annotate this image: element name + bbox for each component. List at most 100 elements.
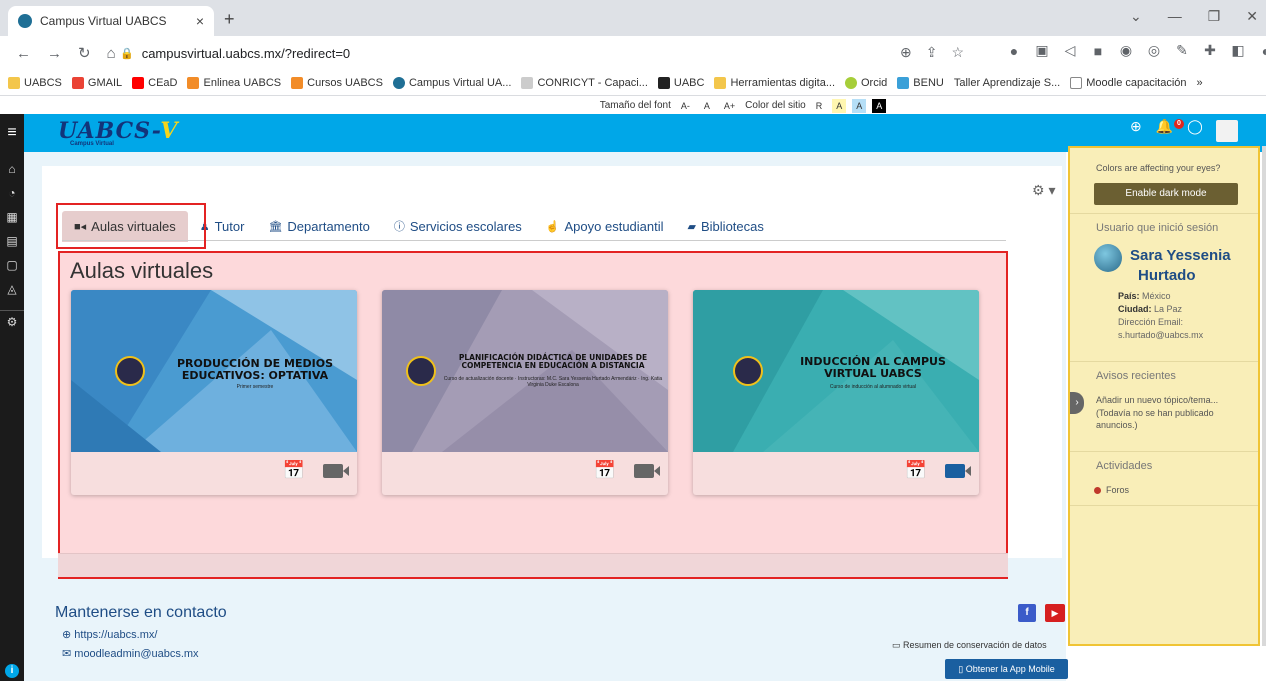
extension-blue-icon[interactable]: ■	[1090, 43, 1106, 59]
calendar-icon[interactable]: 📅	[283, 460, 305, 481]
lock-icon[interactable]: 🔒	[120, 47, 134, 60]
activities-section-title: Actividades	[1096, 460, 1153, 472]
course-card-planificacion[interactable]: PLANIFICACIÓN DIDÁCTICA DE UNIDADES DE C…	[382, 290, 668, 495]
minimize-icon[interactable]: —	[1168, 8, 1182, 25]
youtube-button[interactable]: ▶	[1045, 604, 1065, 622]
course-actions: 📅	[905, 460, 971, 481]
bookmark-herramientas[interactable]: Herramientas digita...	[714, 76, 835, 89]
home-icon[interactable]: ⌂	[107, 45, 116, 62]
video-icon[interactable]	[323, 463, 349, 478]
user-section-title: Usuario que inició sesión	[1096, 222, 1219, 234]
tab-servicios-escolares[interactable]: ⓘ Servicios escolares	[382, 210, 534, 242]
bookmark-benu[interactable]: BENU	[897, 76, 944, 89]
color-black-button[interactable]: A	[872, 98, 887, 113]
bookmark-conricyt[interactable]: CONRICYT - Capaci...	[521, 76, 648, 89]
bookmark-gmail[interactable]: GMAIL	[71, 76, 122, 89]
video-icon[interactable]	[945, 463, 971, 478]
reload-icon[interactable]: ↻	[78, 44, 91, 62]
bookmark-uabc[interactable]: UABC	[657, 76, 704, 89]
video-icon[interactable]	[634, 463, 660, 478]
bookmark-star-icon[interactable]: ☆	[951, 44, 964, 61]
forum-icon	[1094, 487, 1101, 494]
folder-icon	[714, 76, 727, 89]
privacy-link[interactable]: ▭ Resumen de conservación de datos	[892, 640, 1047, 651]
course-card-produccion[interactable]: PRODUCCIÓN DE MEDIOS EDUCATIVOS: OPTATIV…	[71, 290, 357, 495]
bookmark-cead[interactable]: CEaD	[132, 76, 177, 89]
bookmark-campus[interactable]: Campus Virtual UA...	[392, 76, 511, 89]
nav-calendar-icon[interactable]: ▦	[0, 210, 24, 224]
extension-pen-icon[interactable]: ✎	[1174, 42, 1190, 59]
book-icon: ▰	[687, 220, 696, 233]
nav-content-icon[interactable]: ▢	[0, 258, 24, 272]
extension-record-icon[interactable]: ◉	[1118, 42, 1134, 59]
course-image[interactable]: PRODUCCIÓN DE MEDIOS EDUCATIVOS: OPTATIV…	[71, 290, 357, 452]
user-name[interactable]: Sara Yessenia Hurtado	[1130, 246, 1231, 287]
tab-departamento[interactable]: 🏛 Departamento	[256, 211, 381, 242]
bookmark-enlinea[interactable]: Enlinea UABCS	[187, 76, 281, 89]
add-news-link[interactable]: Añadir un nuevo tópico/tema...	[1096, 395, 1246, 405]
hamburger-menu-icon[interactable]: ≡	[0, 114, 24, 152]
tab-search-icon[interactable]: ⌄	[1130, 8, 1142, 25]
font-decrease-button[interactable]: A-	[677, 99, 694, 113]
user-country: País: México	[1118, 291, 1171, 301]
bookmarks-more[interactable]: »	[1197, 77, 1203, 89]
bookmark-moodle-cap[interactable]: Moodle capacitación	[1070, 76, 1187, 89]
nav-files-icon[interactable]: ▤	[0, 234, 24, 248]
browser-tab[interactable]: Campus Virtual UABCS ×	[8, 6, 214, 36]
bookmark-taller[interactable]: Taller Aprendizaje S...	[954, 77, 1060, 89]
info-icon[interactable]: i	[5, 664, 19, 678]
bookmark-uabcs[interactable]: UABCS	[8, 76, 62, 89]
calendar-icon[interactable]: 📅	[594, 460, 616, 481]
tab-apoyo-estudiantil[interactable]: ☝ Apoyo estudiantil	[534, 211, 676, 242]
restore-icon[interactable]: ❐	[1208, 8, 1221, 25]
extension-new-icon[interactable]: ▣	[1034, 42, 1050, 59]
nav-home-icon[interactable]: ⌂	[0, 162, 24, 176]
color-yellow-button[interactable]: A	[832, 98, 847, 113]
extension-camera-icon[interactable]: ◎	[1146, 42, 1162, 59]
user-city: Ciudad: La Paz	[1118, 304, 1183, 314]
nav-courses-icon[interactable]: ◬	[0, 282, 24, 296]
bookmark-orcid[interactable]: Orcid	[845, 76, 887, 89]
user-profile-avatar[interactable]	[1094, 244, 1122, 272]
font-increase-button[interactable]: A+	[720, 99, 739, 113]
settings-gear-icon[interactable]: ⚙ ▾	[1032, 182, 1055, 199]
facebook-button[interactable]: f	[1018, 604, 1036, 622]
bookmark-cursos[interactable]: Cursos UABCS	[291, 76, 383, 89]
extension-check-icon[interactable]: ●	[1006, 43, 1022, 59]
language-globe-icon[interactable]: ⊕	[1130, 118, 1142, 135]
moodle-icon	[291, 76, 304, 89]
course-image[interactable]: PLANIFICACIÓN DIDÁCTICA DE UNIDADES DE C…	[382, 290, 668, 452]
website-link[interactable]: ⊕ https://uabcs.mx/	[62, 628, 157, 641]
notifications-bell-icon[interactable]: 🔔	[1156, 118, 1173, 135]
profile-icon[interactable]: ◐	[1258, 43, 1266, 59]
mobile-app-button[interactable]: ▯ Obtener la App Mobile	[945, 659, 1068, 679]
course-image[interactable]: INDUCCIÓN AL CAMPUS VIRTUAL UABCS Curso …	[693, 290, 979, 452]
tab-bibliotecas[interactable]: ▰ Bibliotecas	[676, 211, 776, 242]
window-close-icon[interactable]: ✕	[1246, 8, 1258, 25]
course-card-induccion[interactable]: INDUCCIÓN AL CAMPUS VIRTUAL UABCS Curso …	[693, 290, 979, 495]
nav-dashboard-icon[interactable]: ◔	[0, 186, 24, 200]
zoom-icon[interactable]: ⊕	[900, 44, 912, 61]
globe-icon: ⊕	[62, 629, 75, 641]
share-icon[interactable]: ⇪	[926, 44, 938, 61]
user-avatar[interactable]	[1216, 120, 1238, 142]
extension-sound-icon[interactable]: ◁	[1062, 42, 1078, 59]
drawer-scrollbar[interactable]	[1262, 146, 1266, 646]
address-bar[interactable]: 🔒 campusvirtual.uabcs.mx/?redirect=0	[120, 40, 990, 66]
side-panel-icon[interactable]: ◧	[1230, 42, 1246, 59]
new-tab-button[interactable]: +	[224, 9, 235, 30]
back-icon[interactable]: ←	[16, 45, 31, 62]
messages-chat-icon[interactable]: ◯	[1187, 118, 1203, 135]
activity-foros-link[interactable]: Foros	[1106, 485, 1129, 495]
color-blue-button[interactable]: A	[852, 98, 867, 113]
color-reset-button[interactable]: R	[812, 99, 827, 113]
calendar-icon[interactable]: 📅	[905, 460, 927, 481]
font-reset-button[interactable]: A	[700, 99, 714, 113]
forward-icon[interactable]: →	[47, 45, 62, 62]
enable-dark-mode-button[interactable]: Enable dark mode	[1094, 183, 1238, 205]
tab-close-icon[interactable]: ×	[196, 13, 204, 29]
nav-admin-gear-icon[interactable]: ⚙	[0, 310, 24, 329]
extensions-puzzle-icon[interactable]: ✚	[1202, 42, 1218, 59]
benu-icon	[897, 76, 910, 89]
email-link[interactable]: ✉ moodleadmin@uabcs.mx	[62, 647, 199, 660]
